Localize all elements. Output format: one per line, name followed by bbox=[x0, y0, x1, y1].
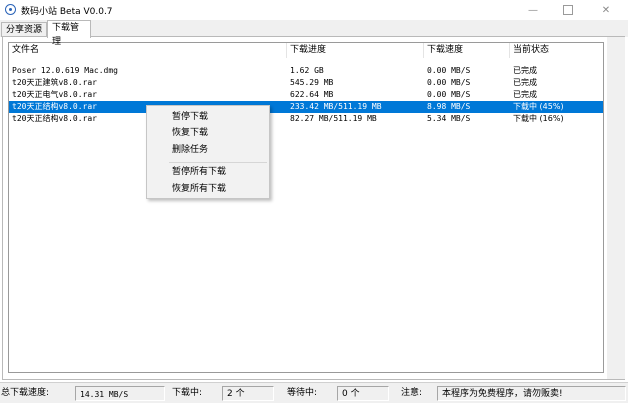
panel-edge bbox=[607, 37, 625, 379]
row-progress: 1.62 GB bbox=[290, 66, 324, 75]
column-header-progress[interactable]: 下载进度 bbox=[287, 43, 424, 58]
menu-separator bbox=[169, 162, 267, 163]
tab-share-resources[interactable]: 分享资源 bbox=[1, 22, 47, 37]
column-header-filename[interactable]: 文件名 bbox=[9, 43, 287, 58]
maximize-icon bbox=[563, 5, 573, 15]
menu-item-resume-all[interactable]: 恢复所有下载 bbox=[172, 182, 226, 196]
row-speed: 0.00 MB/S bbox=[427, 90, 471, 99]
minimize-button[interactable]: — bbox=[516, 0, 550, 20]
notice-label: 注意: bbox=[401, 388, 423, 398]
maximize-button[interactable] bbox=[551, 0, 585, 20]
row-progress: 622.64 MB bbox=[290, 90, 334, 99]
title-bar: 数码小站 Beta V0.0.7 — ✕ bbox=[0, 0, 628, 20]
row-speed: 8.98 MB/S bbox=[427, 102, 471, 111]
context-menu: 暂停下载 恢复下载 删除任务 暂停所有下载 恢复所有下载 bbox=[146, 105, 270, 199]
menu-item-delete-task[interactable]: 删除任务 bbox=[172, 143, 208, 157]
app-logo-icon bbox=[5, 4, 16, 15]
tab-download-manager[interactable]: 下载管理 bbox=[47, 20, 91, 47]
close-icon: ✕ bbox=[601, 4, 611, 16]
menu-item-resume-download[interactable]: 恢复下载 bbox=[172, 126, 208, 140]
downloading-count: 2 个 bbox=[222, 386, 274, 401]
row-speed: 5.34 MB/S bbox=[427, 114, 471, 123]
column-header-speed[interactable]: 下载速度 bbox=[424, 43, 510, 58]
menu-item-pause-download[interactable]: 暂停下载 bbox=[172, 110, 208, 124]
downloading-label: 下载中: bbox=[172, 388, 203, 398]
download-list[interactable]: 文件名 下载进度 下载速度 当前状态 Poser 12.0.619 Mac.dm… bbox=[8, 42, 604, 373]
table-row[interactable]: t20天正电气v8.0.rar 622.64 MB 0.00 MB/S 已完成 bbox=[9, 89, 603, 101]
row-status: 已完成 bbox=[513, 90, 537, 99]
table-row[interactable]: t20天正结构v8.0.rar 82.27 MB/511.19 MB 5.34 … bbox=[9, 113, 603, 125]
row-progress: 233.42 MB/511.19 MB bbox=[290, 102, 382, 111]
close-button[interactable]: ✕ bbox=[589, 0, 623, 20]
menu-item-pause-all[interactable]: 暂停所有下载 bbox=[172, 165, 226, 179]
row-progress: 82.27 MB/511.19 MB bbox=[290, 114, 377, 123]
waiting-label: 等待中: bbox=[287, 388, 318, 398]
row-status: 下载中 (16%) bbox=[513, 114, 564, 123]
row-status: 已完成 bbox=[513, 66, 537, 75]
row-filename: Poser 12.0.619 Mac.dmg bbox=[12, 66, 118, 75]
row-status: 下载中 (45%) bbox=[513, 102, 564, 111]
column-header-status[interactable]: 当前状态 bbox=[510, 43, 603, 58]
row-filename: t20天正结构v8.0.rar bbox=[12, 102, 97, 111]
table-row[interactable]: t20天正建筑v8.0.rar 545.29 MB 0.00 MB/S 已完成 bbox=[9, 77, 603, 89]
row-status: 已完成 bbox=[513, 78, 537, 87]
row-progress: 545.29 MB bbox=[290, 78, 334, 87]
total-speed-label: 总下载速度: bbox=[1, 388, 50, 398]
total-speed-value: 14.31 MB/S bbox=[75, 386, 165, 401]
row-speed: 0.00 MB/S bbox=[427, 66, 471, 75]
table-row[interactable]: Poser 12.0.619 Mac.dmg 1.62 GB 0.00 MB/S… bbox=[9, 65, 603, 77]
notice-text: 本程序为免费程序，请勿贩卖! bbox=[437, 386, 626, 401]
minimize-icon: — bbox=[528, 4, 538, 16]
row-filename: t20天正结构v8.0.rar bbox=[12, 114, 97, 123]
row-speed: 0.00 MB/S bbox=[427, 78, 471, 87]
window-title: 数码小站 Beta V0.0.7 bbox=[21, 7, 113, 17]
status-bar: 总下载速度: 14.31 MB/S 下载中: 2 个 等待中: 0 个 注意: … bbox=[0, 382, 628, 403]
row-filename: t20天正电气v8.0.rar bbox=[12, 90, 97, 99]
waiting-count: 0 个 bbox=[337, 386, 389, 401]
download-panel: 文件名 下载进度 下载速度 当前状态 Poser 12.0.619 Mac.dm… bbox=[2, 36, 625, 380]
tab-strip: 分享资源 下载管理 bbox=[0, 20, 628, 47]
table-row-selected[interactable]: t20天正结构v8.0.rar 233.42 MB/511.19 MB 8.98… bbox=[9, 101, 603, 113]
row-filename: t20天正建筑v8.0.rar bbox=[12, 78, 97, 87]
